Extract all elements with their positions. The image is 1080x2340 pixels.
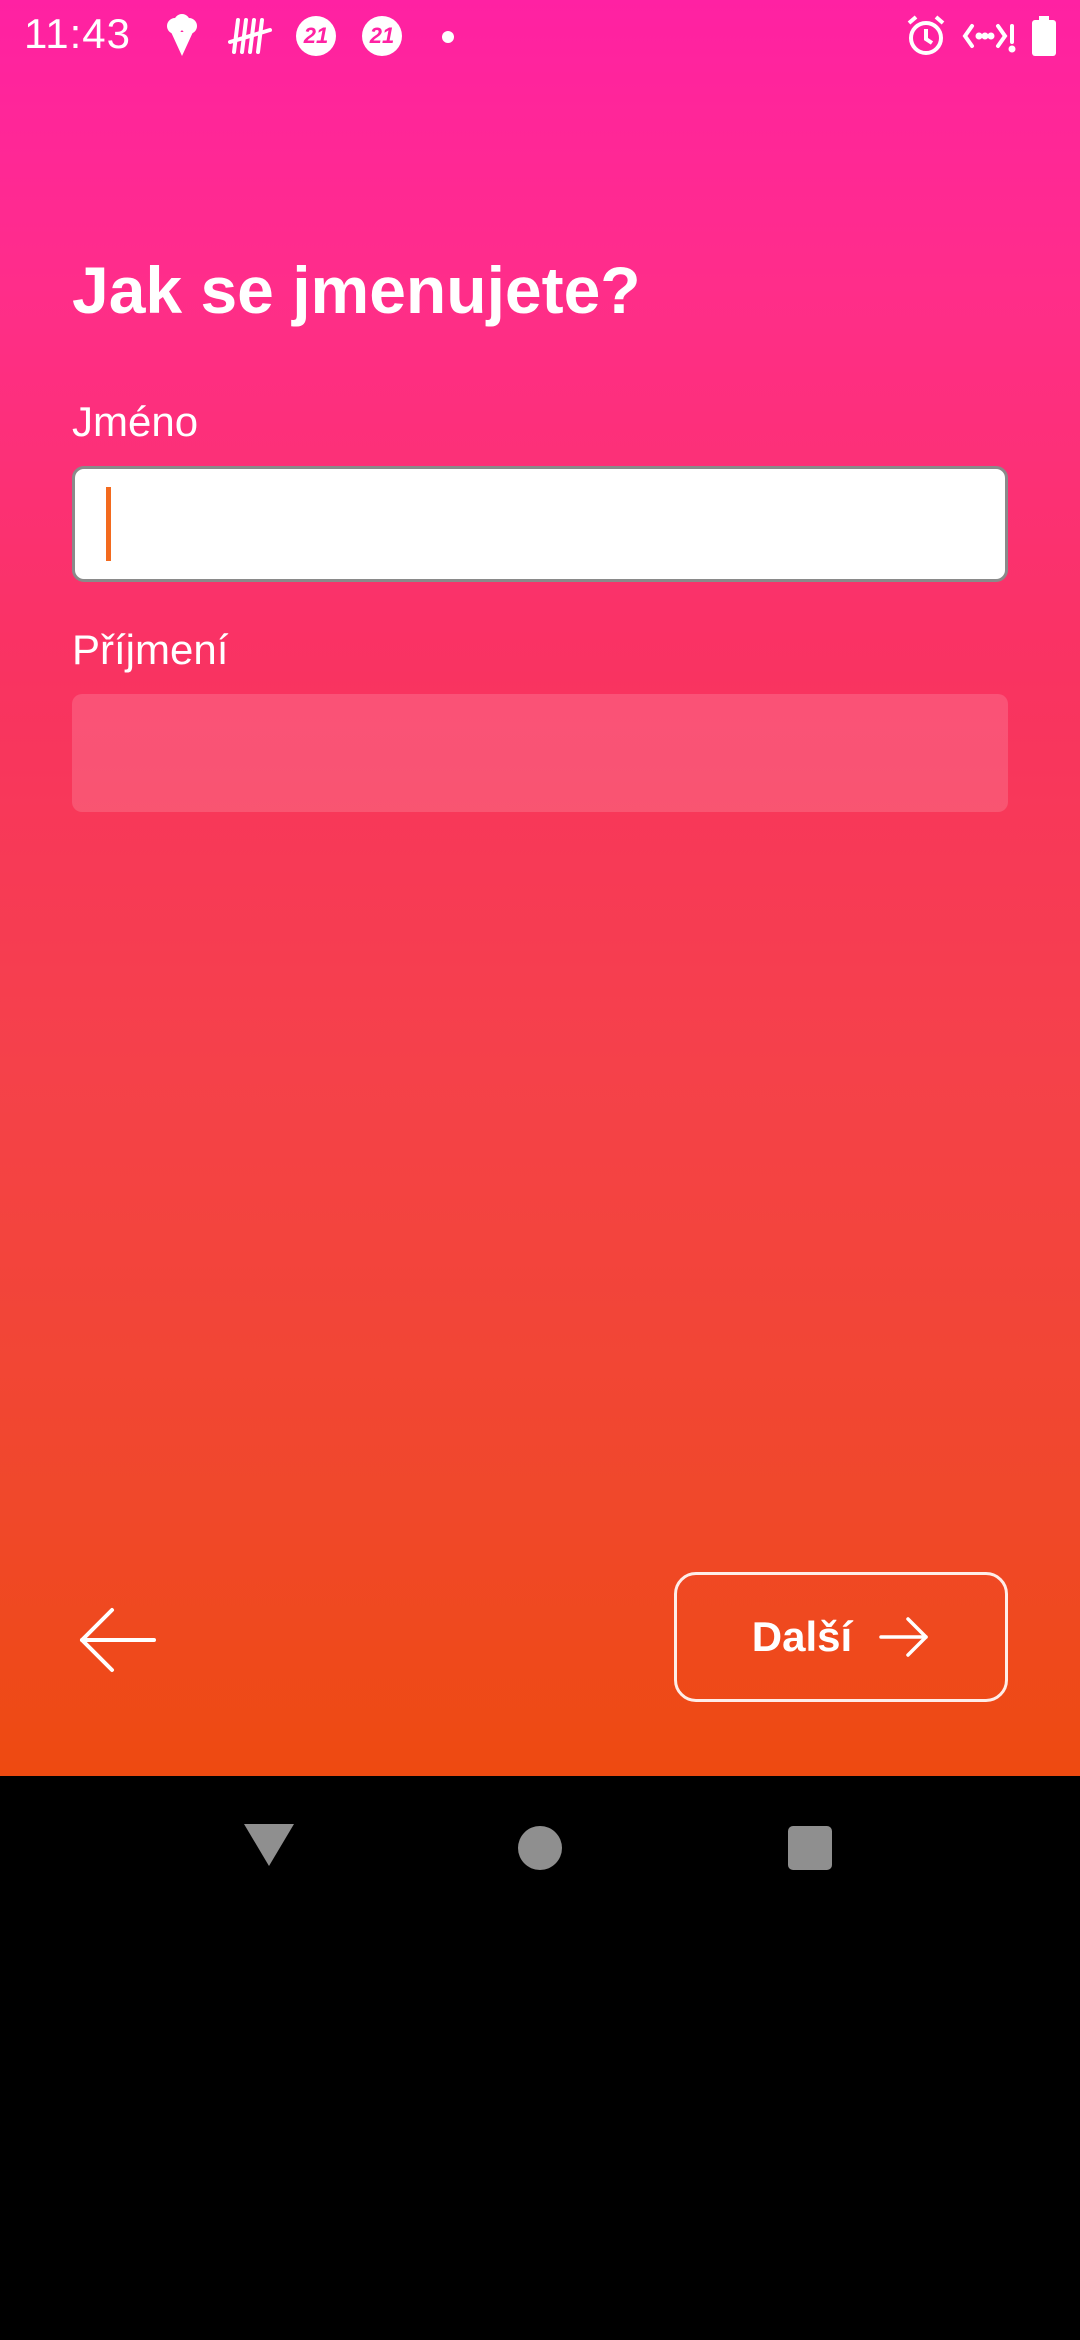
- last-name-input[interactable]: [72, 694, 1008, 812]
- first-name-label: Jméno: [72, 398, 199, 445]
- badge-21-icon: 21: [362, 16, 402, 56]
- page-title: Jak se jmenujete?: [72, 253, 641, 327]
- app-screen: 11:43 21 21 Jak se jmenujete? Jméno Příj…: [0, 0, 1080, 1776]
- badge-21-icon: 21: [296, 16, 336, 56]
- tally-icon: [228, 14, 274, 63]
- nav-back-button[interactable]: [244, 1824, 294, 1866]
- nav-home-button[interactable]: [518, 1826, 562, 1870]
- navigation-bar: [0, 1776, 1080, 1916]
- first-name-input[interactable]: [72, 466, 1008, 582]
- alarm-icon: [904, 14, 948, 63]
- last-name-label: Příjmení: [72, 626, 229, 673]
- next-button-label: Další: [751, 1613, 853, 1660]
- back-button[interactable]: [76, 1600, 160, 1680]
- battery-icon: [1030, 14, 1058, 63]
- status-time: 11:43: [24, 10, 131, 57]
- wifi-calling-icon: [962, 14, 1016, 63]
- arrow-right-icon: [879, 1617, 928, 1657]
- dot-icon: [442, 31, 454, 43]
- nav-recents-button[interactable]: [788, 1826, 832, 1870]
- ice-cream-icon: [164, 14, 200, 63]
- status-bar: 11:43 21 21: [0, 0, 1080, 72]
- arrow-left-icon: [80, 1608, 156, 1672]
- text-cursor: [106, 487, 111, 561]
- next-button[interactable]: Další: [674, 1572, 1008, 1702]
